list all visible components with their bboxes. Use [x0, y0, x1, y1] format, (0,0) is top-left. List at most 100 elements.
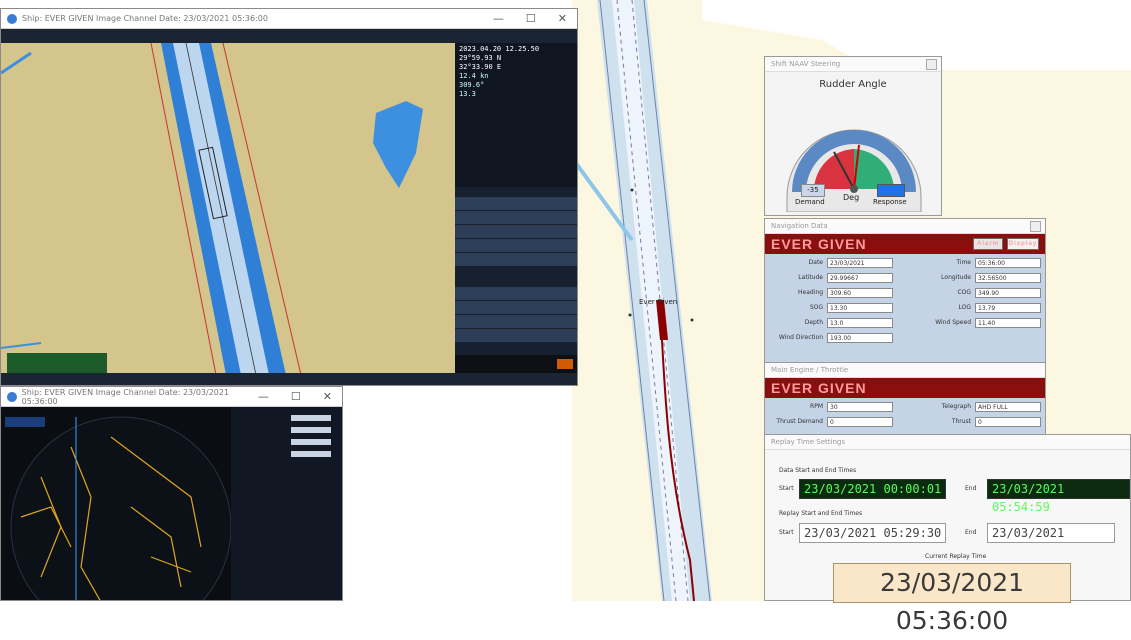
field-label: Date: [808, 259, 823, 266]
radar-title: Ship: EVER GIVEN Image Channel Date: 23/…: [21, 387, 230, 406]
minimize-icon[interactable]: —: [493, 12, 504, 25]
longitude-field[interactable]: 32.56500: [975, 273, 1041, 283]
sog-field[interactable]: 13.30: [827, 303, 893, 313]
rpm-field[interactable]: 30: [827, 402, 893, 412]
rudder-heading: Rudder Angle: [819, 79, 887, 90]
start-label: Start: [779, 529, 794, 536]
replay-start-input[interactable]: 23/03/2021 05:29:30: [799, 523, 947, 543]
nav-panel[interactable]: Navigation Data EVER GIVEN Alarm Display…: [764, 218, 1046, 363]
alarm-button[interactable]: Alarm: [973, 238, 1003, 250]
rudder-panel[interactable]: Shift NAAV Steering Rudder Angle -35 Dem…: [764, 56, 942, 216]
engine-ship-banner: EVER GIVEN: [765, 378, 1045, 398]
radar-titlebar[interactable]: Ship: EVER GIVEN Image Channel Date: 23/…: [1, 387, 342, 407]
field-label: Latitude: [798, 274, 823, 281]
close-icon[interactable]: ✕: [323, 390, 332, 403]
wind-speed-field[interactable]: 11.40: [975, 318, 1041, 328]
field-label: COG: [957, 289, 971, 296]
nav-grid: Date 23/03/2021 Time 05:36:00 Latitude 2…: [765, 254, 1045, 363]
alarm-strip[interactable]: [455, 355, 577, 373]
close-icon[interactable]: [926, 59, 937, 70]
deg-label: Deg: [843, 193, 860, 202]
ship-name: EVER GIVEN: [771, 380, 867, 396]
ecdis-toolbar[interactable]: [1, 29, 577, 43]
rudder-panel-title: Shift NAAV Steering: [765, 57, 941, 72]
side-button[interactable]: [455, 239, 577, 253]
side-button[interactable]: [455, 211, 577, 225]
start-label: Start: [779, 485, 794, 492]
engine-grid: RPM 30 Telegraph AHD FULL Thrust Demand …: [765, 398, 1045, 435]
alarm-indicator[interactable]: [557, 359, 573, 369]
time-field[interactable]: 05:36:00: [975, 258, 1041, 268]
field-label: Wind Speed: [935, 319, 971, 326]
replay-panel[interactable]: Replay Time Settings Data Start and End …: [764, 434, 1131, 635]
log-field[interactable]: 13.79: [975, 303, 1041, 313]
ecdis-title: Ship: EVER GIVEN Image Channel Date: 23/…: [22, 14, 268, 23]
maximize-icon[interactable]: ☐: [526, 12, 536, 25]
minimize-icon[interactable]: —: [258, 390, 269, 403]
demand-value: -35: [801, 184, 825, 197]
field-label: Thrust: [951, 418, 971, 425]
ecdis-side-panel[interactable]: 2023.04.20 12.25.50 29°59.93 N 32°33.90 …: [455, 43, 577, 373]
replay-end-input[interactable]: 23/03/2021 05:45:0C: [987, 523, 1115, 543]
side-button[interactable]: [455, 225, 577, 239]
field-label: Time: [956, 259, 971, 266]
field-label: Telegraph: [941, 403, 971, 410]
heading-field[interactable]: 309.60: [827, 288, 893, 298]
nav-panel-title: Navigation Data: [765, 219, 1045, 234]
maximize-icon[interactable]: ☐: [291, 390, 301, 403]
side-button[interactable]: [455, 287, 577, 301]
side-button[interactable]: [455, 315, 577, 329]
response-indicator: [877, 184, 905, 197]
depth-field[interactable]: 13.0: [827, 318, 893, 328]
field-label: Wind Direction: [778, 334, 823, 341]
app-icon: [7, 391, 17, 402]
field-label: Depth: [804, 319, 823, 326]
field-label: Heading: [798, 289, 823, 296]
field-label: LOG: [958, 304, 971, 311]
cog-field[interactable]: 349.90: [975, 288, 1041, 298]
ecdis-readouts: 2023.04.20 12.25.50 29°59.93 N 32°33.90 …: [455, 43, 577, 187]
field-label: RPM: [810, 403, 823, 410]
close-icon[interactable]: [1030, 221, 1041, 232]
thrust-demand-field[interactable]: 0: [827, 417, 893, 427]
end-label: End: [965, 485, 977, 492]
data-start-time: 23/03/2021 00:00:01: [799, 479, 947, 499]
side-button[interactable]: [455, 197, 577, 211]
radar-window[interactable]: Ship: EVER GIVEN Image Channel Date: 23/…: [0, 386, 343, 601]
engine-panel[interactable]: Main Engine / Throttle EVER GIVEN RPM 30…: [764, 362, 1046, 435]
field-label: Thrust Demand: [776, 418, 823, 425]
current-time-label: Current Replay Time: [925, 553, 987, 560]
ecdis-titlebar[interactable]: Ship: EVER GIVEN Image Channel Date: 23/…: [1, 9, 577, 29]
field-label: SOG: [809, 304, 823, 311]
thrust-field[interactable]: 0: [975, 417, 1041, 427]
ecdis-window[interactable]: Ship: EVER GIVEN Image Channel Date: 23/…: [0, 8, 578, 386]
data-end-time: 23/03/2021 05:54:59: [987, 479, 1130, 514]
engine-panel-title: Main Engine / Throttle: [765, 363, 1045, 378]
radar-display[interactable]: [1, 407, 343, 601]
demand-label: Demand: [795, 198, 825, 206]
ecdis-chart[interactable]: [1, 43, 457, 375]
app-icon: [7, 13, 17, 24]
current-replay-time: 23/03/2021 05:36:00: [833, 563, 1071, 635]
date-field[interactable]: 23/03/2021: [827, 258, 893, 268]
end-label: End: [965, 529, 977, 536]
side-button[interactable]: [455, 253, 577, 267]
ecdis-statusbar: [1, 373, 577, 385]
ship-name-banner: EVER GIVEN Alarm Display: [765, 234, 1045, 254]
side-button[interactable]: [455, 329, 577, 343]
side-button[interactable]: [455, 301, 577, 315]
response-label: Response: [873, 198, 907, 206]
ecdis-side-buttons-lower[interactable]: [455, 287, 577, 343]
data-section-label: Data Start and End Times: [779, 467, 857, 474]
ecdis-side-buttons[interactable]: [455, 197, 577, 267]
telegraph-field[interactable]: AHD FULL: [975, 402, 1041, 412]
ship-label: Ever Given: [639, 298, 678, 306]
replay-panel-title: Replay Time Settings: [765, 435, 1130, 450]
field-label: Longitude: [941, 274, 971, 281]
wind-direction-field[interactable]: 193.00: [827, 333, 893, 343]
latitude-field[interactable]: 29.99667: [827, 273, 893, 283]
display-button[interactable]: Display: [1007, 238, 1039, 250]
close-icon[interactable]: ✕: [558, 12, 567, 25]
ship-name: EVER GIVEN: [771, 236, 867, 252]
replay-section-label: Replay Start and End Times: [779, 510, 863, 517]
